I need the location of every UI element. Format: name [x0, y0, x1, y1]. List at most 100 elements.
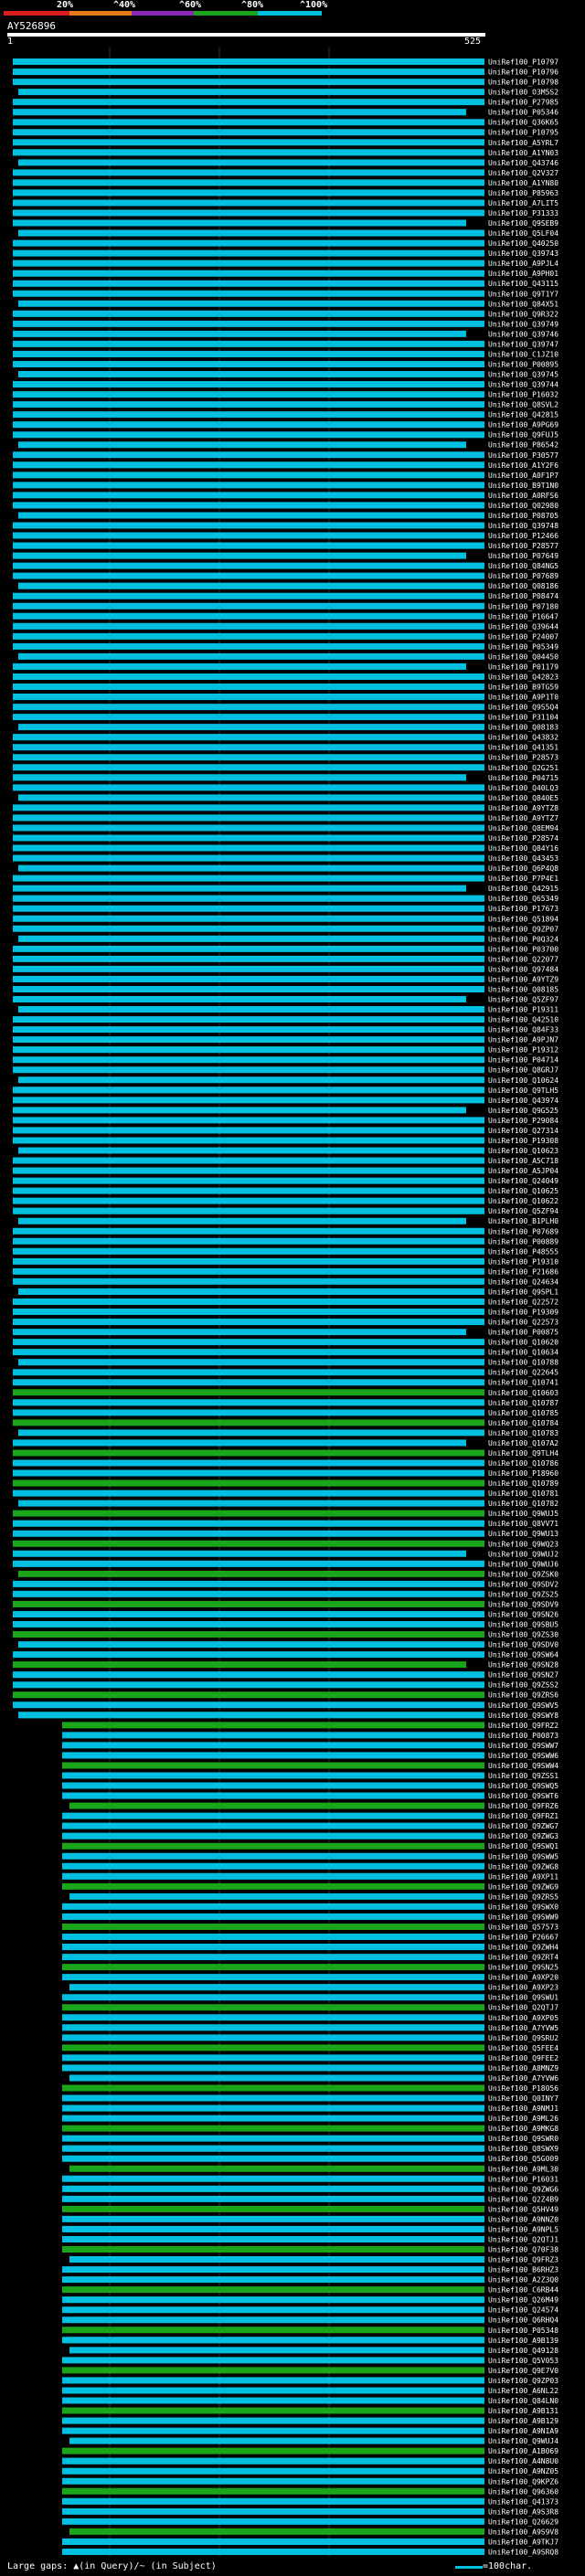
hit-label[interactable]: UniRef100_A9ML30 — [488, 2165, 558, 2173]
hit-label[interactable]: UniRef100_Q8SWX9 — [488, 2145, 558, 2153]
hit-label[interactable]: UniRef100_Q9SBU5 — [488, 1621, 558, 1629]
hit-label[interactable]: UniRef100_A6NL22 — [488, 2387, 558, 2395]
hit-label[interactable]: UniRef100_A9YTZ9 — [488, 975, 558, 983]
hit-label[interactable]: UniRef100_Q9SN25 — [488, 1964, 558, 1972]
hit-label[interactable]: UniRef100_A2Z3Q0 — [488, 2276, 558, 2284]
hit-label[interactable]: UniRef100_B9TG59 — [488, 684, 558, 692]
hit-label[interactable]: UniRef100_P07689 — [488, 1227, 558, 1235]
hit-label[interactable]: UniRef100_P04715 — [488, 774, 558, 782]
hit-label[interactable]: UniRef100_Q22077 — [488, 955, 558, 963]
hit-label[interactable]: UniRef100_Q40LQ3 — [488, 784, 558, 792]
hit-label[interactable]: UniRef100_A1B069 — [488, 2447, 558, 2455]
hit-label[interactable]: UniRef100_Q840E5 — [488, 794, 558, 802]
hit-label[interactable]: UniRef100_P0Q324 — [488, 935, 558, 943]
hit-label[interactable]: UniRef100_P16031 — [488, 2175, 558, 2183]
hit-label[interactable]: UniRef100_A9TKJ7 — [488, 2538, 558, 2546]
hit-label[interactable]: UniRef100_Q9ZSS2 — [488, 1681, 558, 1690]
hit-label[interactable]: UniRef100_Q9R322 — [488, 310, 558, 318]
hit-label[interactable]: UniRef100_Q10623 — [488, 1147, 558, 1155]
hit-label[interactable]: UniRef100_Q08186 — [488, 582, 558, 590]
hit-label[interactable]: UniRef100_Q5ZF94 — [488, 1207, 558, 1215]
hit-label[interactable]: UniRef100_Q107A2 — [488, 1439, 558, 1447]
hit-label[interactable]: UniRef100_Q9SRU2 — [488, 2034, 558, 2042]
hit-label[interactable]: UniRef100_A9NIA9 — [488, 2427, 558, 2435]
hit-label[interactable]: UniRef100_P00875 — [488, 1329, 558, 1337]
hit-label[interactable]: UniRef100_Q9SWW9 — [488, 1913, 558, 1921]
hit-label[interactable]: UniRef100_A0RFS6 — [488, 492, 558, 500]
hit-label[interactable]: UniRef100_P31104 — [488, 714, 558, 722]
hit-label[interactable]: UniRef100_P08474 — [488, 592, 558, 600]
hit-label[interactable]: UniRef100_B6RHZ3 — [488, 2266, 558, 2274]
hit-label[interactable]: UniRef100_A9YTZ8 — [488, 804, 558, 812]
hit-label[interactable]: UniRef100_Q9FRZ2 — [488, 1722, 558, 1730]
hit-label[interactable]: UniRef100_Q9FRZ3 — [488, 2256, 558, 2264]
hit-label[interactable]: UniRef100_Q8VV71 — [488, 1520, 558, 1528]
hit-label[interactable]: UniRef100_Q9SN26 — [488, 1610, 558, 1618]
hit-label[interactable]: UniRef100_A9XP05 — [488, 2014, 558, 2022]
hit-label[interactable]: UniRef100_A9ML26 — [488, 2115, 558, 2123]
hit-label[interactable]: UniRef100_P05349 — [488, 642, 558, 651]
hit-label[interactable]: UniRef100_Q5HV49 — [488, 2205, 558, 2213]
hit-label[interactable]: UniRef100_P24007 — [488, 632, 558, 641]
hit-label[interactable]: UniRef100_P10798 — [488, 79, 558, 87]
hit-label[interactable]: UniRef100_Q39745 — [488, 371, 558, 379]
hit-label[interactable]: UniRef100_Q43453 — [488, 854, 558, 863]
hit-label[interactable]: UniRef100_Q10788 — [488, 1359, 558, 1367]
hit-label[interactable]: UniRef100_A9XP23 — [488, 1984, 558, 1992]
hit-label[interactable]: UniRef100_Q9ZRS6 — [488, 1691, 558, 1700]
hit-label[interactable]: UniRef100_Q9SDV2 — [488, 1580, 558, 1588]
hit-label[interactable]: UniRef100_Q9SWQ5 — [488, 1782, 558, 1790]
hit-label[interactable]: UniRef100_A9NPL5 — [488, 2225, 558, 2233]
hit-label[interactable]: UniRef100_P07180 — [488, 602, 558, 610]
hit-label[interactable]: UniRef100_Q41373 — [488, 2497, 558, 2506]
hit-label[interactable]: UniRef100_Q97484 — [488, 965, 558, 973]
hit-label[interactable]: UniRef100_A1Y2F6 — [488, 461, 558, 470]
hit-label[interactable]: UniRef100_Q49128 — [488, 2347, 558, 2355]
hit-label[interactable]: UniRef100_Q9SWR0 — [488, 2135, 558, 2143]
hit-label[interactable]: UniRef100_Q9SN28 — [488, 1661, 558, 1670]
hit-label[interactable]: UniRef100_P19309 — [488, 1309, 558, 1317]
hit-label[interactable]: UniRef100_Q2Z4B9 — [488, 2195, 558, 2203]
hit-label[interactable]: UniRef100_Q39748 — [488, 522, 558, 530]
hit-label[interactable]: UniRef100_P00873 — [488, 1732, 558, 1740]
hit-label[interactable]: UniRef100_Q08185 — [488, 985, 558, 993]
hit-label[interactable]: UniRef100_A5YRL7 — [488, 139, 558, 147]
hit-label[interactable]: UniRef100_Q9SWU1 — [488, 1994, 558, 2002]
hit-label[interactable]: UniRef100_Q40250 — [488, 239, 558, 248]
hit-label[interactable]: UniRef100_Q84Y16 — [488, 844, 558, 853]
hit-label[interactable]: UniRef100_Q9ZSS1 — [488, 1772, 558, 1780]
hit-label[interactable]: UniRef100_A5JP04 — [488, 1167, 558, 1175]
hit-label[interactable]: UniRef100_Q39749 — [488, 320, 558, 328]
hit-label[interactable]: UniRef100_Q41351 — [488, 744, 558, 752]
hit-label[interactable]: UniRef100_Q42815 — [488, 411, 558, 419]
hit-label[interactable]: UniRef100_P19310 — [488, 1257, 558, 1266]
hit-label[interactable]: UniRef100_Q57573 — [488, 1923, 558, 1931]
hit-label[interactable]: UniRef100_Q9FUJ5 — [488, 431, 558, 440]
hit-label[interactable]: UniRef100_A9SRQ8 — [488, 2548, 558, 2556]
hit-label[interactable]: UniRef100_Q9ZS30 — [488, 1631, 558, 1639]
hit-label[interactable]: UniRef100_Q9SW64 — [488, 1651, 558, 1659]
hit-label[interactable]: UniRef100_Q10624 — [488, 1076, 558, 1085]
hit-label[interactable]: UniRef100_Q36K65 — [488, 119, 558, 127]
hit-label[interactable]: UniRef100_B9T1N0 — [488, 482, 558, 490]
hit-label[interactable]: UniRef100_Q9SWW6 — [488, 1752, 558, 1760]
hit-label[interactable]: UniRef100_P16032 — [488, 391, 558, 399]
hit-label[interactable]: UniRef100_Q9SWY8 — [488, 1712, 558, 1720]
hit-label[interactable]: UniRef100_P18960 — [488, 1469, 558, 1478]
hit-label[interactable]: UniRef100_Q9ZWH4 — [488, 1944, 558, 1952]
hit-label[interactable]: UniRef100_P27985 — [488, 99, 558, 107]
hit-label[interactable]: UniRef100_Q9SPL1 — [488, 1288, 558, 1296]
hit-label[interactable]: UniRef100_P00889 — [488, 1237, 558, 1246]
hit-label[interactable]: UniRef100_Q10625 — [488, 1187, 558, 1195]
hit-label[interactable]: UniRef100_Q22572 — [488, 1298, 558, 1306]
hit-label[interactable]: UniRef100_Q9G525 — [488, 1107, 558, 1115]
hit-label[interactable]: UniRef100_P28577 — [488, 542, 558, 550]
hit-label[interactable]: UniRef100_Q84NG5 — [488, 562, 558, 570]
hit-label[interactable]: UniRef100_Q9T1Y7 — [488, 290, 558, 298]
hit-label[interactable]: UniRef100_Q9WUJ6 — [488, 1560, 558, 1568]
hit-label[interactable]: UniRef100_Q84F33 — [488, 1026, 558, 1034]
hit-label[interactable]: UniRef100_Q39743 — [488, 249, 558, 258]
hit-label[interactable]: UniRef100_P28574 — [488, 834, 558, 843]
hit-label[interactable]: UniRef100_Q9ZWG3 — [488, 1832, 558, 1840]
hit-label[interactable]: UniRef100_P07689 — [488, 572, 558, 580]
